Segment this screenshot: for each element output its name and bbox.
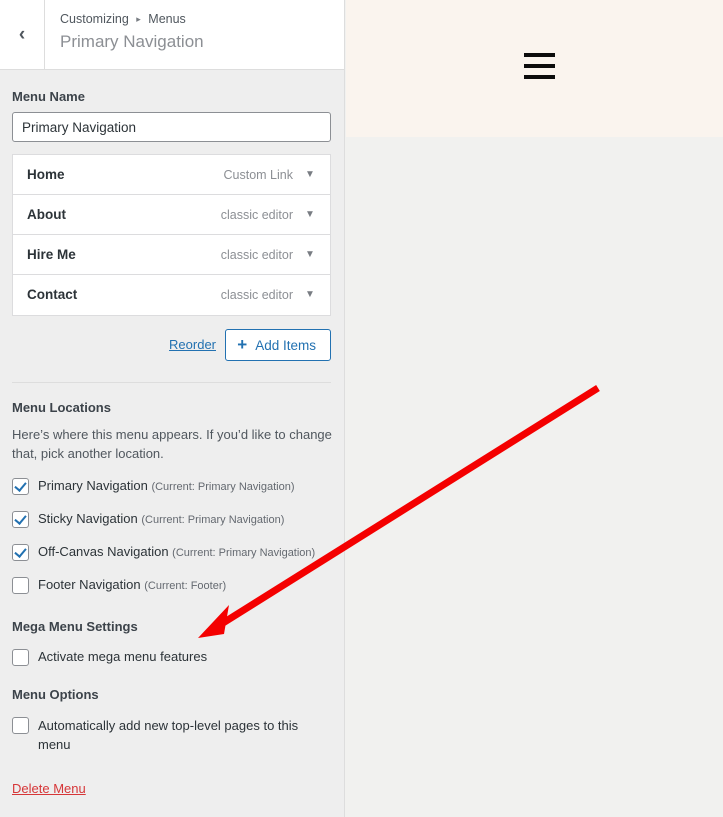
page-title: Primary Navigation <box>60 32 204 51</box>
menu-item-row[interactable]: Contact classic editor ▼ <box>13 275 330 315</box>
breadcrumb-section[interactable]: Menus <box>148 12 186 26</box>
hamburger-line-1 <box>524 53 555 57</box>
menu-locations-description: Here’s where this menu appears. If you’d… <box>12 427 332 461</box>
checkbox-icon[interactable] <box>12 577 29 594</box>
hamburger-line-2 <box>524 64 555 68</box>
menu-actions-row: Reorder + Add Items <box>12 329 331 363</box>
reorder-link[interactable]: Reorder <box>169 337 216 352</box>
location-current: (Current: Footer) <box>144 580 227 592</box>
back-button[interactable]: ‹ <box>0 0 45 69</box>
location-label: Off-Canvas Navigation <box>38 544 169 559</box>
menu-item-type: classic editor <box>220 248 293 262</box>
location-label: Sticky Navigation <box>38 511 138 526</box>
auto-add-pages-checkbox-row[interactable]: Automatically add new top-level pages to… <box>12 716 332 754</box>
menu-item-type: Custom Link <box>223 168 293 182</box>
menu-item-type: classic editor <box>220 288 293 302</box>
checkbox-icon[interactable] <box>12 478 29 495</box>
menu-items-list: Home Custom Link ▼ About classic editor … <box>12 154 331 316</box>
breadcrumb-separator-icon: ▸ <box>136 14 141 24</box>
plus-icon: + <box>237 334 248 354</box>
location-label: Footer Navigation <box>38 577 141 592</box>
hamburger-line-3 <box>524 75 555 79</box>
auto-add-pages-label: Automatically add new top-level pages to… <box>38 718 299 752</box>
menu-item-row[interactable]: Hire Me classic editor ▼ <box>13 235 330 275</box>
menu-item-title: About <box>27 207 66 222</box>
site-preview-area[interactable] <box>346 0 723 817</box>
menu-options-label: Menu Options <box>12 687 99 702</box>
menu-item-title: Contact <box>27 287 78 302</box>
menu-item-expand-icon[interactable]: ▼ <box>299 235 321 275</box>
hamburger-menu-icon[interactable] <box>524 53 555 83</box>
menu-item-row[interactable]: About classic editor ▼ <box>13 195 330 235</box>
menu-item-expand-icon[interactable]: ▼ <box>299 155 321 195</box>
add-items-label: Add Items <box>255 337 316 353</box>
activate-mega-menu-checkbox-row[interactable]: Activate mega menu features <box>12 648 332 666</box>
menu-item-type: classic editor <box>220 208 293 222</box>
chevron-left-icon: ‹ <box>18 24 26 45</box>
panel-header: ‹ Customizing ▸ Menus Primary Navigation <box>0 0 344 70</box>
menu-item-title: Hire Me <box>27 247 76 262</box>
activate-mega-menu-label: Activate mega menu features <box>38 649 208 664</box>
menu-item-expand-icon[interactable]: ▼ <box>299 275 321 315</box>
panel-header-text: Customizing ▸ Menus Primary Navigation <box>60 11 204 55</box>
breadcrumb: Customizing ▸ Menus <box>60 11 204 27</box>
checkbox-icon[interactable] <box>12 717 29 734</box>
location-checkbox-sticky-navigation[interactable]: Sticky Navigation (Current: Primary Navi… <box>12 510 332 529</box>
location-checkbox-off-canvas-navigation[interactable]: Off-Canvas Navigation (Current: Primary … <box>12 543 332 562</box>
menu-name-label: Menu Name <box>12 89 85 104</box>
breadcrumb-root[interactable]: Customizing <box>60 12 129 26</box>
menu-name-input[interactable] <box>12 112 331 142</box>
section-divider <box>12 382 331 383</box>
location-current: (Current: Primary Navigation) <box>172 547 316 559</box>
add-items-button[interactable]: + Add Items <box>225 329 331 361</box>
delete-menu-link[interactable]: Delete Menu <box>12 781 86 796</box>
location-label: Primary Navigation <box>38 478 148 493</box>
menu-item-title: Home <box>27 167 65 182</box>
location-checkbox-footer-navigation[interactable]: Footer Navigation (Current: Footer) <box>12 576 332 595</box>
customizer-sidebar: ‹ Customizing ▸ Menus Primary Navigation… <box>0 0 345 817</box>
menu-locations-label: Menu Locations <box>12 400 111 415</box>
preview-site-header <box>346 0 723 137</box>
location-current: (Current: Primary Navigation) <box>151 481 295 493</box>
checkbox-icon[interactable] <box>12 511 29 528</box>
mega-menu-settings-label: Mega Menu Settings <box>12 619 138 634</box>
location-current: (Current: Primary Navigation) <box>141 514 285 526</box>
menu-item-row[interactable]: Home Custom Link ▼ <box>13 155 330 195</box>
location-checkbox-primary-navigation[interactable]: Primary Navigation (Current: Primary Nav… <box>12 477 332 496</box>
checkbox-icon[interactable] <box>12 649 29 666</box>
menu-item-expand-icon[interactable]: ▼ <box>299 195 321 235</box>
checkbox-icon[interactable] <box>12 544 29 561</box>
panel-body: Menu Name Home Custom Link ▼ About class… <box>0 70 344 798</box>
